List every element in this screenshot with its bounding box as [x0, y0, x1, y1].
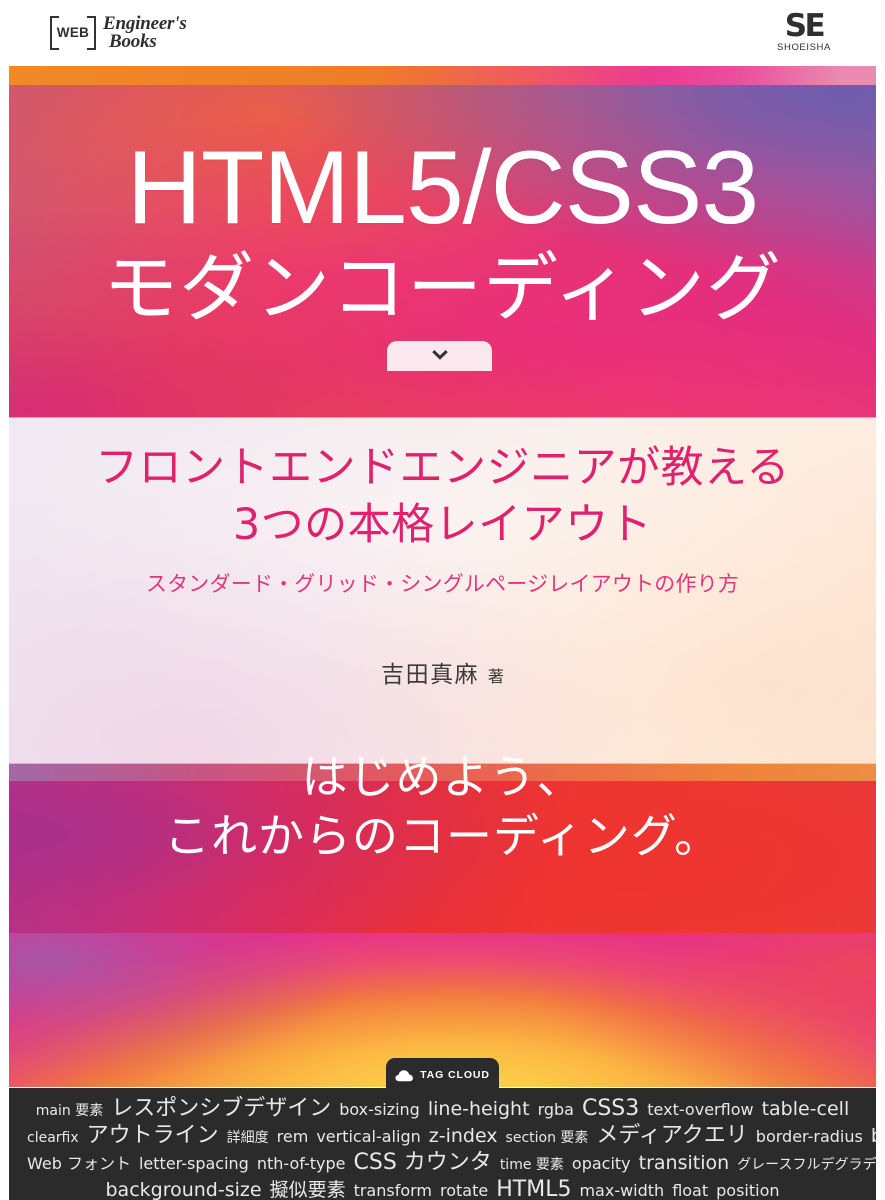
- tag-cloud-term: レスポンシブデザイン: [111, 1096, 332, 1121]
- tag-cloud-term: rem: [276, 1127, 309, 1146]
- top-accent-strip: [9, 66, 876, 85]
- panel-tab: [387, 341, 492, 371]
- book-slogan: はじめよう、 これからのコーディング。: [0, 748, 885, 866]
- tag-cloud-term: box-sizing: [339, 1100, 420, 1119]
- author-credit: 著: [487, 667, 504, 686]
- bracket-right-icon: [87, 16, 96, 50]
- tag-cloud-term: border-radius: [755, 1127, 863, 1146]
- book-title-sub: モダンコーディング: [103, 244, 782, 332]
- tag-cloud-term: rotate: [440, 1181, 489, 1200]
- tag-cloud-term: main 要素: [35, 1103, 104, 1119]
- tag-cloud-term: background-size: [105, 1179, 262, 1200]
- tag-cloud-term: rgba: [537, 1100, 574, 1119]
- book-slogan-line1: はじめよう、: [301, 750, 584, 804]
- tag-cloud-row: background-size 擬似要素 transform rotate HTML5 m…: [23, 1179, 862, 1200]
- imprint-web-label: WEB: [56, 25, 90, 41]
- tag-cloud: main 要素 レスポンシブデザイン box-sizing line-height rg…: [9, 1088, 876, 1200]
- book-lead-line1: フロントエンドエンジニアが教える: [95, 443, 790, 493]
- book-slogan-line2: これからのコーディング。: [163, 808, 722, 863]
- tag-cloud-term: CSS カウンタ: [353, 1150, 492, 1175]
- tag-cloud-term: 詳細度: [226, 1130, 269, 1146]
- tag-cloud-term: position: [716, 1181, 780, 1200]
- tag-cloud-term: Web フォント: [27, 1154, 131, 1173]
- tag-cloud-term: float: [672, 1181, 709, 1200]
- book-cover: WEB Engineer's Books SE SHOEISHA HTML5/C…: [0, 0, 885, 1200]
- tag-cloud-term: letter-spacing: [138, 1154, 249, 1173]
- imprint-logo: WEB Engineer's Books: [50, 8, 187, 58]
- chevron-down-icon: [431, 347, 448, 363]
- book-lead: フロントエンドエンジニアが教える 3つの本格レイアウト: [0, 440, 885, 554]
- tag-cloud-term: table-cell: [761, 1098, 850, 1120]
- tag-cloud-term: メディアクエリ: [596, 1123, 748, 1148]
- book-lead-line2: 3つの本格レイアウト: [232, 499, 653, 550]
- tag-cloud-badge-label: TAG CLOUD: [420, 1069, 490, 1081]
- tag-cloud-term: z-index: [428, 1125, 498, 1147]
- tag-cloud-term: HTML5: [496, 1177, 572, 1200]
- tag-cloud-term: time 要素: [499, 1157, 564, 1173]
- imprint-wordmark-line2: Books: [109, 31, 157, 52]
- book-tagline: スタンダード・グリッド・シングルページレイアウトの作り方: [145, 572, 740, 596]
- tag-cloud-term: transform: [353, 1181, 433, 1200]
- tag-cloud-row: clearfix アウトライン 詳細度 rem vertical-align z-inde…: [23, 1123, 876, 1148]
- tag-cloud-term: 擬似要素: [269, 1179, 346, 1200]
- imprint-wordmark: Engineer's Books: [103, 14, 187, 52]
- tag-cloud-term: opacity: [571, 1154, 631, 1173]
- publisher-logo: SE SHOEISHA: [765, 8, 843, 54]
- tag-cloud-term: CSS3: [581, 1096, 640, 1121]
- author-name: 吉田真麻: [381, 662, 480, 688]
- tag-cloud-badge: TAG CLOUD: [386, 1058, 499, 1089]
- cover-header: WEB Engineer's Books SE SHOEISHA: [0, 0, 885, 66]
- tag-cloud-term: section 要素: [505, 1130, 589, 1146]
- tag-cloud-term: vertical-align: [316, 1127, 421, 1146]
- tag-cloud-term: text-overflow: [647, 1100, 754, 1119]
- web-bracket-badge: WEB: [50, 16, 96, 50]
- publisher-mark: SE: [784, 8, 826, 44]
- book-title-main: HTML5/CSS3: [126, 130, 760, 246]
- tag-cloud-row: Web フォント letter-spacing nth-of-type CSS カウン…: [23, 1150, 876, 1175]
- tag-cloud-term: max-width: [579, 1181, 665, 1200]
- tag-cloud-term: box-shadow: [871, 1127, 876, 1146]
- author-byline: 吉田真麻 著: [0, 655, 885, 689]
- bracket-left-icon: [50, 16, 59, 50]
- tag-cloud-term: transition: [638, 1152, 730, 1174]
- tag-cloud-term: アウトライン: [86, 1123, 219, 1148]
- publisher-name: SHOEISHA: [777, 42, 831, 54]
- tag-cloud-term: nth-of-type: [256, 1154, 346, 1173]
- tag-cloud-row: main 要素 レスポンシブデザイン box-sizing line-height rg…: [23, 1098, 862, 1120]
- tag-cloud-term: clearfix: [27, 1130, 79, 1146]
- cloud-icon: [395, 1069, 414, 1082]
- tag-cloud-term: グレースフルデグラデーション: [737, 1157, 876, 1173]
- tag-cloud-term: line-height: [427, 1098, 530, 1120]
